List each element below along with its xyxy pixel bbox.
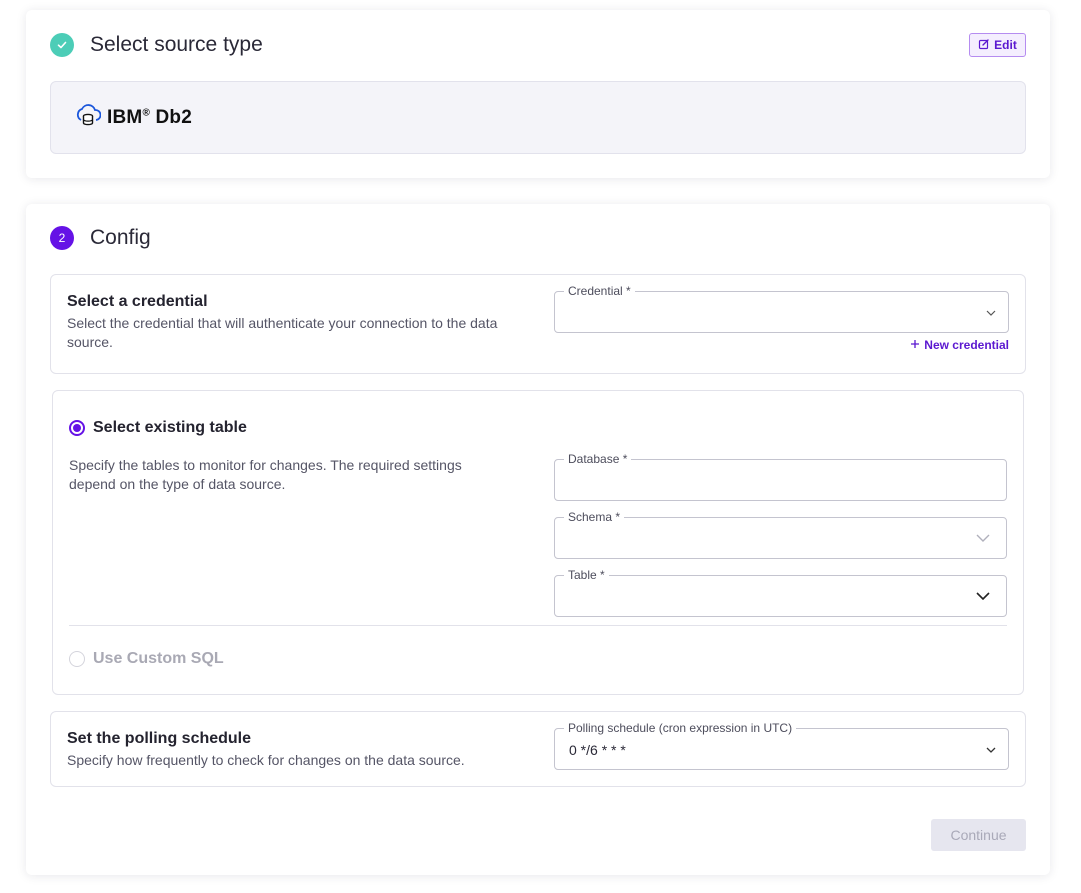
select-existing-table-option[interactable]: Select existing table [69, 419, 247, 437]
divider [69, 625, 1007, 626]
polling-description: Specify how frequently to check for chan… [67, 752, 465, 768]
database-field[interactable]: Database * [554, 452, 1007, 501]
credential-description: Select the credential that will authenti… [67, 315, 498, 350]
edit-icon [978, 38, 990, 53]
schema-select[interactable]: Schema * [554, 510, 1007, 559]
source-type-card: Select source type Edit IBM® Db2 [26, 10, 1050, 178]
step-title: Config [90, 226, 151, 249]
registered-mark: ® [142, 107, 151, 119]
chevron-down-icon [976, 587, 990, 605]
continue-button[interactable]: Continue [931, 819, 1026, 851]
source-brand: IBM [107, 106, 143, 128]
polling-section: Set the polling schedule Specify how fre… [50, 711, 1026, 787]
table-select[interactable]: Table * [554, 568, 1007, 617]
step-title: Select source type [90, 33, 263, 56]
check-icon [50, 33, 74, 57]
new-credential-link[interactable]: New credential [910, 338, 1009, 352]
chevron-down-icon [976, 529, 990, 547]
schema-label: Schema * [564, 510, 625, 524]
edit-label: Edit [994, 38, 1017, 52]
source-product: Db2 [150, 106, 192, 128]
table-description: Specify the tables to monitor for change… [69, 457, 462, 492]
new-credential-label: New credential [924, 338, 1009, 352]
polling-schedule-select[interactable]: Polling schedule (cron expression in UTC… [554, 721, 1009, 770]
polling-title: Set the polling schedule [67, 730, 252, 747]
step-header: Select source type [50, 33, 263, 57]
credential-section: Select a credential Select the credentia… [50, 274, 1026, 374]
db2-cloud-icon [75, 102, 102, 133]
polling-value: 0 */6 * * * [569, 742, 626, 758]
table-section: Select existing table Specify the tables… [52, 390, 1024, 695]
source-name: IBM® Db2 [107, 107, 192, 129]
option-label: Use Custom SQL [93, 650, 224, 667]
database-label: Database * [564, 452, 632, 466]
credential-select[interactable]: Credential * [554, 284, 1009, 333]
credential-label: Credential * [564, 284, 635, 298]
option-label: Select existing table [93, 419, 247, 436]
radio-selected[interactable] [69, 420, 85, 436]
selected-source: IBM® Db2 [50, 81, 1026, 154]
table-label: Table * [564, 568, 609, 582]
radio-unselected[interactable] [69, 651, 85, 667]
plus-icon [910, 338, 920, 352]
chevron-down-icon [986, 740, 996, 758]
custom-sql-option[interactable]: Use Custom SQL [69, 650, 224, 668]
credential-title: Select a credential [67, 293, 208, 310]
config-card: 2 Config Select a credential Select the … [26, 204, 1050, 875]
edit-button[interactable]: Edit [969, 33, 1026, 57]
step-header: 2 Config [50, 226, 151, 250]
chevron-down-icon [986, 303, 996, 321]
step-number: 2 [50, 226, 74, 250]
polling-label: Polling schedule (cron expression in UTC… [564, 721, 797, 735]
